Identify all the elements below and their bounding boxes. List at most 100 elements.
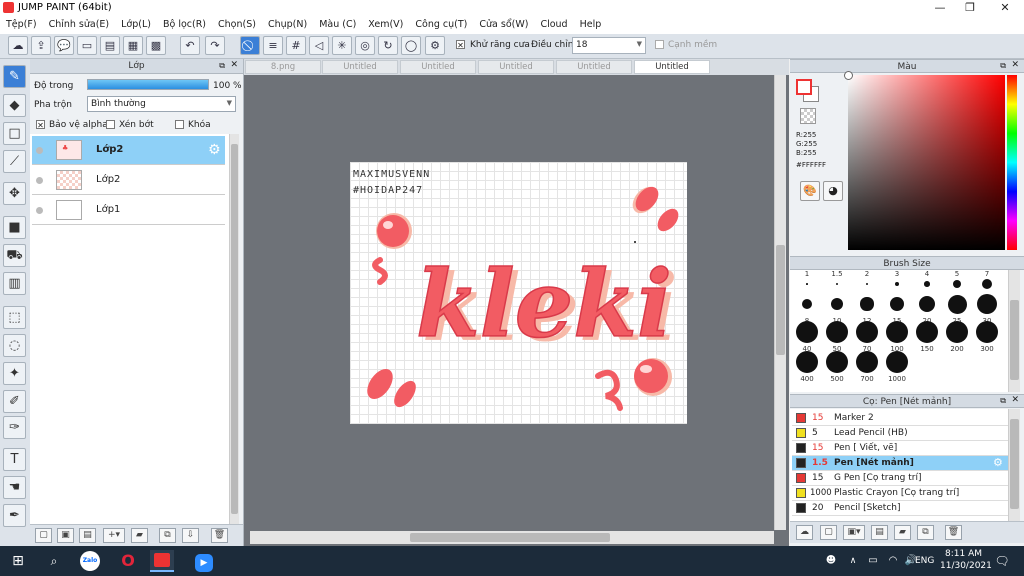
tab-document[interactable]: Untitled — [400, 60, 476, 74]
snap-shape-icon[interactable]: ◯ — [401, 36, 421, 55]
menu-cloud[interactable]: Cloud — [534, 16, 573, 34]
tab-document[interactable]: Untitled — [478, 60, 554, 74]
tab-document[interactable]: Untitled — [322, 60, 398, 74]
menu-tools[interactable]: Công cụ(T) — [409, 16, 473, 34]
brush-size-dot[interactable] — [981, 278, 993, 290]
menu-color[interactable]: Màu (C) — [313, 16, 362, 34]
brush-size-dot[interactable] — [835, 282, 839, 286]
snap-parallel-icon[interactable]: ≡ — [263, 36, 283, 55]
scrollbar-thumb[interactable] — [1010, 419, 1019, 509]
snap-circle-icon[interactable]: ◎ — [355, 36, 375, 55]
canvas-horizontal-scrollbar[interactable] — [250, 531, 774, 544]
tab-document[interactable]: 8.png — [245, 60, 321, 74]
page-icon[interactable]: ▤ — [100, 36, 120, 55]
scrollbar-thumb[interactable] — [231, 144, 238, 514]
color-picker-cursor[interactable] — [844, 71, 853, 80]
folder-icon[interactable]: ▰ — [131, 528, 148, 543]
hue-slider[interactable] — [1007, 75, 1017, 250]
lasso-select-icon[interactable]: ◌ — [3, 334, 26, 357]
brush-size-dot[interactable] — [952, 279, 962, 289]
brush-size-dot[interactable] — [801, 298, 813, 310]
panel-float-icon[interactable]: ⧉ — [1000, 396, 1006, 406]
brush-item[interactable]: 15 Marker 2 — [792, 411, 1008, 426]
line-tool-icon[interactable]: ⟋ — [3, 150, 26, 173]
cloud-check-icon[interactable]: ☁ — [8, 36, 28, 55]
layer-row[interactable]: Lớp1 — [32, 196, 225, 225]
canvas-vertical-scrollbar[interactable] — [774, 75, 786, 530]
lock-checkbox[interactable] — [175, 120, 184, 130]
brush-size-dot[interactable] — [946, 321, 968, 343]
palette-icon[interactable]: 🎨 — [800, 181, 820, 201]
snap-curve-icon[interactable]: ↻ — [378, 36, 398, 55]
language-indicator[interactable]: ENG — [915, 556, 934, 566]
brush-item[interactable]: 15 G Pen [Cọ trang trí] — [792, 471, 1008, 486]
eye-icon[interactable] — [36, 207, 43, 214]
panel-close-icon[interactable]: ✕ — [1011, 395, 1019, 405]
adjust-select[interactable]: 18 ▼ — [572, 37, 646, 54]
antialias-checkbox[interactable]: ✕ — [456, 40, 465, 50]
brush-size-dot[interactable] — [860, 297, 874, 311]
protect-alpha-checkbox[interactable]: ✕ — [36, 120, 45, 130]
upload-icon[interactable]: ⇪ — [31, 36, 51, 55]
new-brush-icon[interactable]: ▢ — [820, 525, 837, 540]
brush-size-dot[interactable] — [886, 351, 908, 373]
brush-size-dot[interactable] — [826, 351, 848, 373]
add-brush-dropdown-icon[interactable]: ▣▾ — [843, 525, 865, 540]
snap-grid-icon[interactable]: # — [286, 36, 306, 55]
menu-file[interactable]: Tệp(F) — [0, 16, 43, 34]
new-raster-layer-icon[interactable]: ▣ — [57, 528, 74, 543]
brush-size-dot[interactable] — [924, 281, 930, 287]
select-eraser-icon[interactable]: ✑ — [3, 416, 26, 439]
brush-item[interactable]: 5 Lead Pencil (HB) — [792, 426, 1008, 441]
layer-row[interactable]: ♣ Lớp2 ⚙ — [32, 136, 225, 165]
menu-edit[interactable]: Chỉnh sửa(E) — [43, 16, 116, 34]
search-icon[interactable]: ⌕ — [42, 550, 66, 572]
panel-close-icon[interactable]: ✕ — [1011, 60, 1019, 70]
close-button[interactable]: ✕ — [990, 0, 1020, 16]
maximize-button[interactable]: ❐ — [955, 0, 985, 16]
rectangle-tool-icon[interactable]: □ — [3, 122, 26, 145]
brush-size-dot[interactable] — [806, 283, 808, 285]
snap-off-icon[interactable]: ⃠ — [240, 36, 260, 55]
eyedropper-tool-icon[interactable]: ✒ — [3, 504, 26, 527]
merge-layer-icon[interactable]: ⇩ — [182, 528, 199, 543]
brush-size-dot[interactable] — [796, 351, 818, 373]
snap-radial-icon[interactable]: ✳ — [332, 36, 352, 55]
snap-perspective-icon[interactable]: ◁ — [309, 36, 329, 55]
brush-size-dot[interactable] — [976, 321, 998, 343]
brush-size-dot[interactable] — [830, 297, 843, 310]
tab-document[interactable]: Untitled — [556, 60, 632, 74]
trash-icon[interactable]: 🗑 — [211, 528, 228, 543]
notification-icon[interactable]: 🗨 — [990, 550, 1014, 572]
brush-folder-open-icon[interactable]: ▰ — [894, 525, 911, 540]
brush-item-selected[interactable]: 1.5 Pen [Nét mảnh] ⚙ — [792, 456, 1008, 471]
brush-item[interactable]: 20 Pencil [Sketch] — [792, 501, 1008, 516]
scrollbar-thumb[interactable] — [776, 245, 785, 355]
fill-rect-tool-icon[interactable]: ■ — [3, 216, 26, 239]
speech-bubble-icon[interactable]: 💬 — [54, 36, 74, 55]
clock-time[interactable]: 8:11 AM — [945, 549, 982, 559]
undo-icon[interactable]: ↶ — [180, 36, 200, 55]
saturation-value-picker[interactable] — [844, 71, 1005, 250]
eye-icon[interactable] — [36, 177, 43, 184]
brush-size-dot[interactable] — [894, 281, 900, 287]
eye-icon[interactable] — [36, 147, 43, 154]
brush-size-dot[interactable] — [918, 295, 936, 313]
smooth-checkbox[interactable] — [655, 40, 664, 50]
panel-float-icon[interactable]: ⧉ — [1000, 61, 1006, 71]
people-icon[interactable]: ☻ — [819, 550, 843, 572]
duplicate-layer-icon[interactable]: ⧉ — [159, 528, 176, 543]
trash-icon[interactable]: 🗑 — [945, 525, 962, 540]
brush-size-dot[interactable] — [865, 282, 869, 286]
windows-start-icon[interactable]: ⊞ — [6, 550, 30, 572]
menu-select[interactable]: Chọn(S) — [212, 16, 262, 34]
color-picker-icon[interactable]: ◕ — [823, 181, 843, 201]
add-layer-dropdown-icon[interactable]: +▾ — [103, 528, 125, 543]
zoom-app-icon[interactable]: ▶ — [192, 550, 216, 572]
panel-float-icon[interactable]: ⧉ — [219, 61, 225, 71]
eraser-tool-icon[interactable]: ◆ — [3, 94, 26, 117]
tab-document-active[interactable]: Untitled — [634, 60, 710, 74]
brush-size-dot[interactable] — [886, 321, 908, 343]
panel-close-icon[interactable]: ✕ — [230, 60, 238, 70]
brush-size-dot[interactable] — [976, 293, 998, 315]
